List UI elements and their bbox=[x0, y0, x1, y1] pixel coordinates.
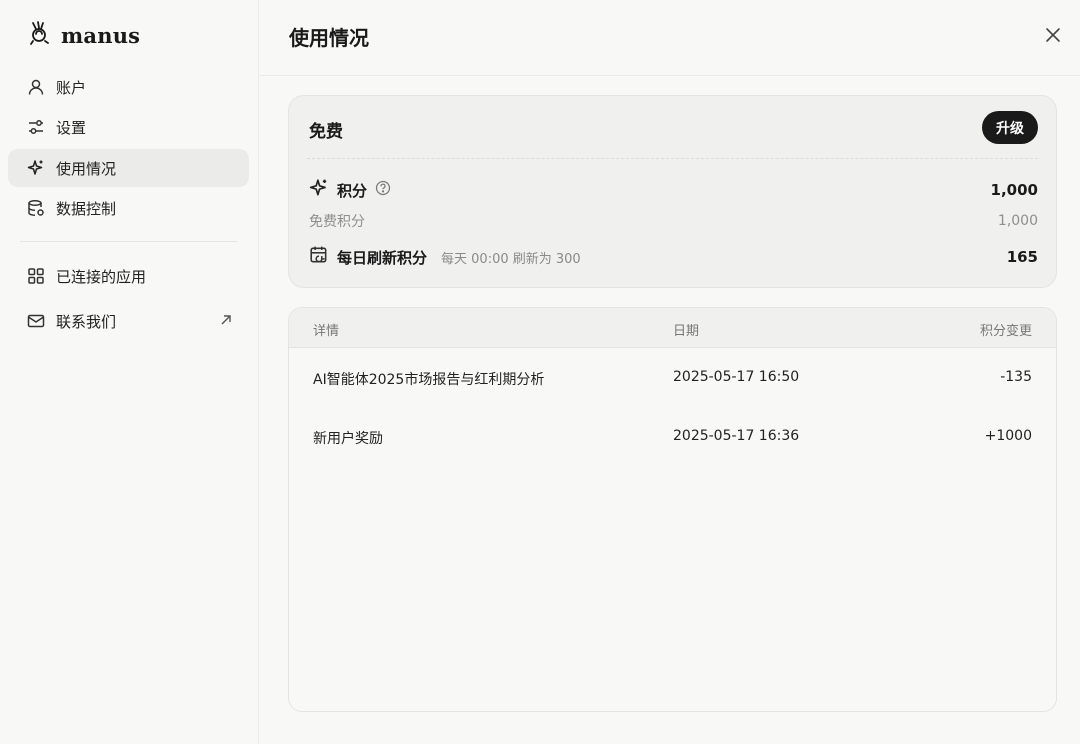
divider bbox=[307, 158, 1038, 159]
free-credits-value: 1,000 bbox=[997, 213, 1038, 229]
free-credits-row: 免费积分 1,000 bbox=[309, 211, 1038, 231]
daily-credits-label: 每日刷新积分 bbox=[337, 248, 428, 267]
table-row[interactable]: AI智能体2025市场报告与红利期分析 2025-05-17 16:50 -13… bbox=[289, 349, 1056, 408]
main-content: 使用情况 免费 升级 积分 1,000 免费积分 1,000 每日刷新积分 每天… bbox=[260, 0, 1080, 744]
page-header: 使用情况 bbox=[260, 0, 1080, 76]
close-button[interactable] bbox=[1040, 24, 1066, 50]
sidebar-item-contact-us[interactable]: 联系我们 bbox=[8, 302, 249, 340]
manus-logo-icon bbox=[27, 20, 53, 50]
sidebar-item-connected-apps[interactable]: 已连接的应用 bbox=[8, 257, 249, 295]
brand-name: manus bbox=[61, 22, 141, 48]
sidebar-item-label: 联系我们 bbox=[56, 312, 117, 331]
daily-credits-row: 每日刷新积分 每天 00:00 刷新为 300 165 bbox=[309, 245, 1038, 269]
sidebar-item-label: 已连接的应用 bbox=[56, 267, 147, 286]
row-credit-change: -135 bbox=[1000, 369, 1032, 385]
grid-icon bbox=[26, 266, 46, 286]
database-icon bbox=[26, 198, 46, 218]
credits-value: 1,000 bbox=[990, 181, 1038, 199]
user-icon bbox=[26, 77, 46, 97]
sparkle-icon bbox=[26, 158, 46, 178]
header-date: 日期 bbox=[673, 324, 700, 339]
upgrade-button[interactable]: 升级 bbox=[982, 111, 1038, 144]
header-detail: 详情 bbox=[313, 324, 340, 339]
sidebar-item-account[interactable]: 账户 bbox=[8, 68, 249, 106]
row-date: 2025-05-17 16:36 bbox=[673, 428, 800, 444]
external-link-icon bbox=[219, 313, 233, 331]
sidebar-item-label: 使用情况 bbox=[56, 159, 117, 178]
calendar-refresh-icon bbox=[309, 245, 329, 269]
free-credits-label: 免费积分 bbox=[309, 214, 365, 230]
sidebar-item-label: 账户 bbox=[56, 78, 87, 97]
help-icon[interactable] bbox=[375, 180, 391, 200]
daily-refresh-note: 每天 00:00 刷新为 300 bbox=[441, 251, 581, 267]
page-title: 使用情况 bbox=[289, 26, 369, 50]
mail-icon bbox=[26, 311, 46, 331]
credits-label: 积分 bbox=[337, 181, 368, 200]
brand-logo[interactable]: manus bbox=[27, 20, 140, 50]
sidebar-item-settings[interactable]: 设置 bbox=[8, 108, 249, 146]
sidebar-divider bbox=[20, 241, 237, 242]
header-credit-change: 积分变更 bbox=[979, 324, 1032, 339]
row-detail: AI智能体2025市场报告与红利期分析 bbox=[313, 372, 545, 388]
sparkle-icon bbox=[309, 178, 329, 202]
plan-card: 免费 升级 积分 1,000 免费积分 1,000 每日刷新积分 每天 00:0… bbox=[288, 95, 1057, 288]
row-detail: 新用户奖励 bbox=[313, 431, 383, 447]
sidebar-item-data-controls[interactable]: 数据控制 bbox=[8, 189, 249, 227]
row-date: 2025-05-17 16:50 bbox=[673, 369, 800, 385]
sidebar-item-label: 数据控制 bbox=[56, 199, 117, 218]
table-row[interactable]: 新用户奖励 2025-05-17 16:36 +1000 bbox=[289, 408, 1056, 467]
sidebar-item-label: 设置 bbox=[56, 118, 87, 137]
table-header: 详情 日期 积分变更 bbox=[289, 308, 1056, 348]
sidebar-item-usage[interactable]: 使用情况 bbox=[8, 149, 249, 187]
sliders-icon bbox=[26, 117, 46, 137]
sidebar: manus 账户 设置 使用情况 数据控制 已连接的应用 联系我们 bbox=[0, 0, 259, 744]
daily-credits-value: 165 bbox=[1006, 248, 1038, 266]
credits-row: 积分 1,000 bbox=[309, 178, 1038, 202]
close-icon bbox=[1045, 27, 1061, 47]
row-credit-change: +1000 bbox=[984, 428, 1032, 444]
usage-table: 详情 日期 积分变更 AI智能体2025市场报告与红利期分析 2025-05-1… bbox=[288, 307, 1057, 712]
plan-name: 免费 bbox=[309, 122, 343, 142]
